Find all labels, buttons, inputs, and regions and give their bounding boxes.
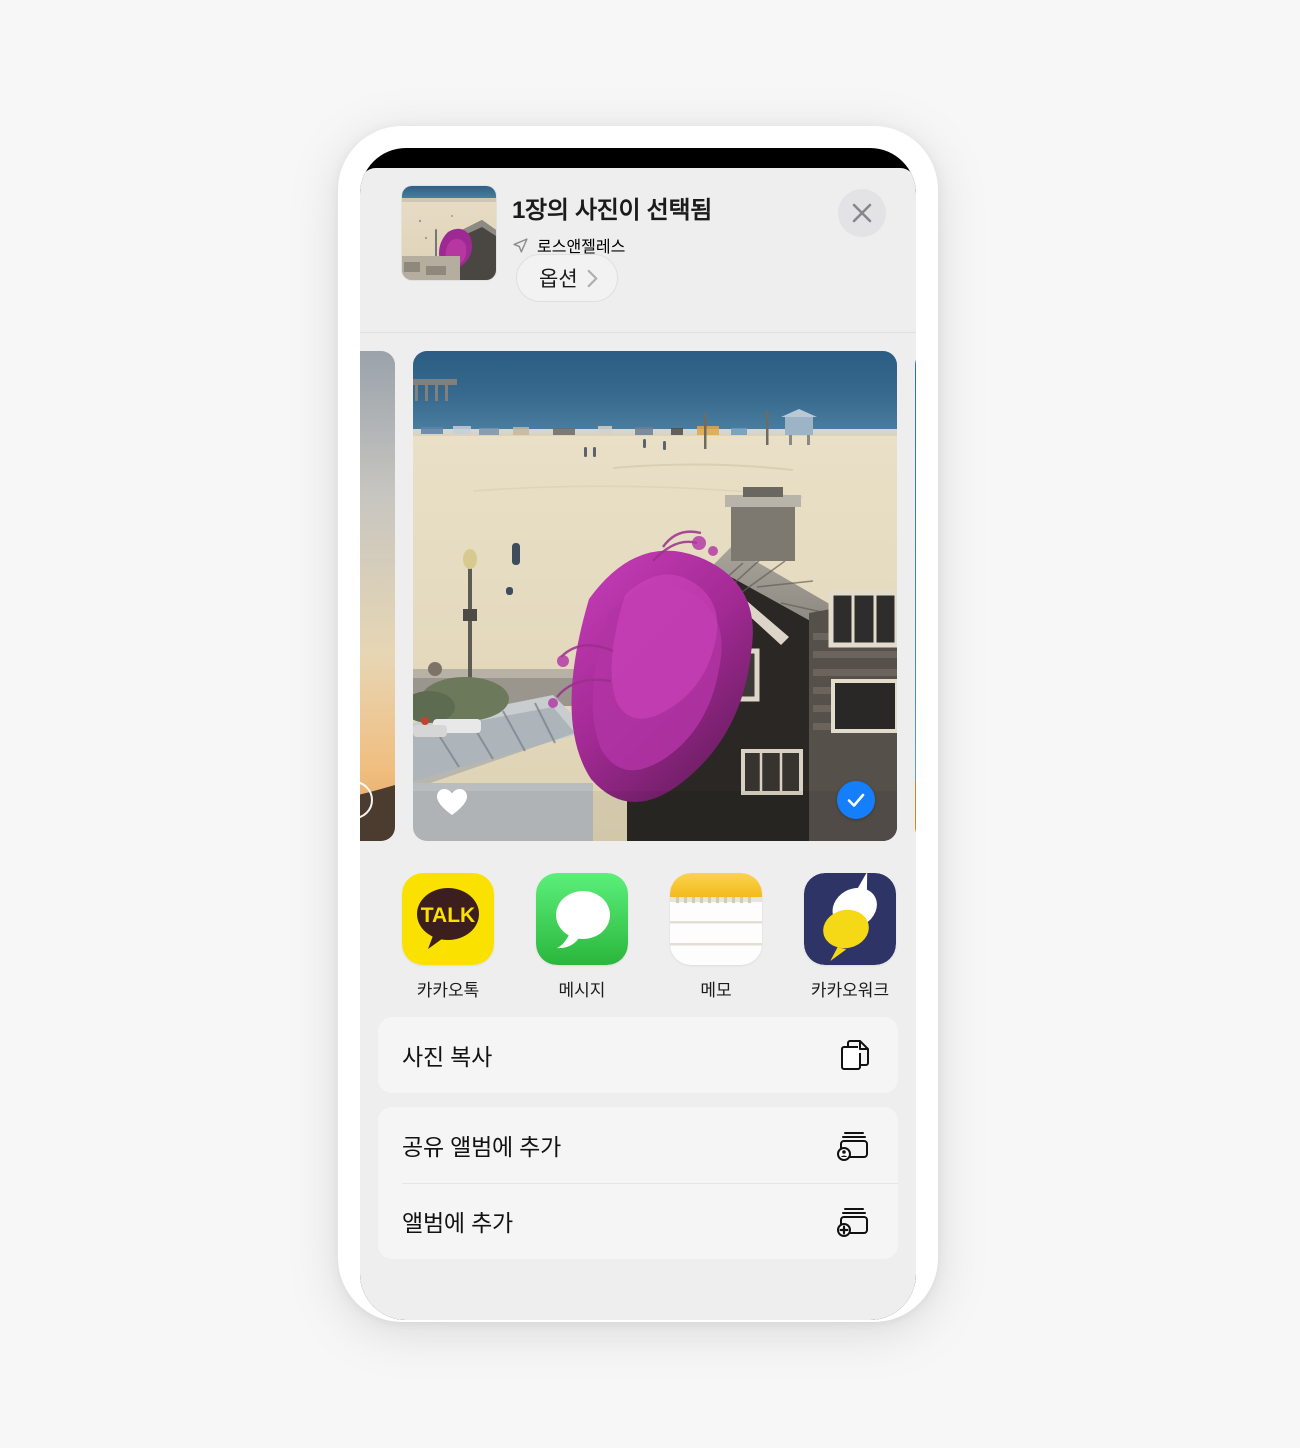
action-row-add-to-shared-album[interactable]: 공유 앨범에 추가 xyxy=(378,1107,898,1183)
messages-icon xyxy=(536,873,628,965)
carousel-photo-selected[interactable] xyxy=(413,351,897,841)
share-app-row[interactable]: TALK 카카오톡 메시지 메모 카카오워크 xyxy=(360,847,916,1017)
action-label: 공유 앨범에 추가 xyxy=(402,1134,562,1160)
selected-photo-thumbnail xyxy=(402,186,496,280)
location-arrow-icon xyxy=(513,237,528,253)
options-button-label: 옵션 xyxy=(539,268,578,291)
check-icon xyxy=(847,793,865,807)
page-title: 1장의 사진이 선택됨 xyxy=(512,197,713,224)
kakaotalk-icon: TALK xyxy=(402,873,494,965)
share-app-track: TALK 카카오톡 메시지 메모 카카오워크 xyxy=(402,873,916,1001)
action-group-copy: 사진 복사 xyxy=(378,1017,898,1093)
options-button[interactable]: 옵션 xyxy=(516,254,618,302)
close-icon xyxy=(852,203,872,223)
share-target-kakaotalk[interactable]: TALK 카카오톡 xyxy=(402,873,494,1001)
add-to-shared-album-icon xyxy=(837,1132,868,1161)
carousel-photo-previous[interactable] xyxy=(360,351,395,841)
add-to-album-icon xyxy=(837,1208,868,1237)
action-label: 사진 복사 xyxy=(402,1044,493,1070)
action-group-albums: 공유 앨범에 추가 앨범에 추가 xyxy=(378,1107,898,1259)
share-sheet-header: 1장의 사진이 선택됨 로스앤젤레스 옵션 xyxy=(360,168,916,333)
kakaowork-icon xyxy=(804,873,896,965)
share-target-label: 카카오워크 xyxy=(810,981,890,1000)
share-target-label: 카카오톡 xyxy=(416,981,480,1000)
share-target-kakaowork[interactable]: 카카오워크 xyxy=(804,873,896,1001)
phone-frame: 1장의 사진이 선택됨 로스앤젤레스 옵션 TALK 카카오톡 메시지 메모 카… xyxy=(338,126,938,1322)
favorite-heart-icon xyxy=(437,789,467,815)
photo-carousel-track xyxy=(360,351,916,841)
share-target-notes[interactable]: 메모 xyxy=(670,873,762,1001)
phone-screen: 1장의 사진이 선택됨 로스앤젤레스 옵션 TALK 카카오톡 메시지 메모 카… xyxy=(360,148,916,1320)
chevron-right-icon xyxy=(587,269,598,287)
copy-photo-icon xyxy=(841,1040,869,1070)
photo-carousel[interactable] xyxy=(360,333,916,847)
share-target-label: 메시지 xyxy=(558,981,606,1000)
share-sheet: 1장의 사진이 선택됨 로스앤젤레스 옵션 TALK 카카오톡 메시지 메모 카… xyxy=(360,168,916,1320)
svg-text:TALK: TALK xyxy=(421,904,475,927)
header-text-block: 1장의 사진이 선택됨 로스앤젤레스 xyxy=(512,190,712,257)
share-target-messages[interactable]: 메시지 xyxy=(536,873,628,1001)
action-label: 앨범에 추가 xyxy=(402,1210,513,1236)
notes-icon xyxy=(670,873,762,965)
share-target-label: 메모 xyxy=(700,981,732,1000)
photo-selected-checkmark[interactable] xyxy=(837,781,875,819)
close-button[interactable] xyxy=(838,189,886,237)
action-row-copy-photo[interactable]: 사진 복사 xyxy=(378,1017,898,1093)
action-row-add-to-album[interactable]: 앨범에 추가 xyxy=(378,1183,898,1259)
carousel-photo-next[interactable] xyxy=(915,351,916,841)
